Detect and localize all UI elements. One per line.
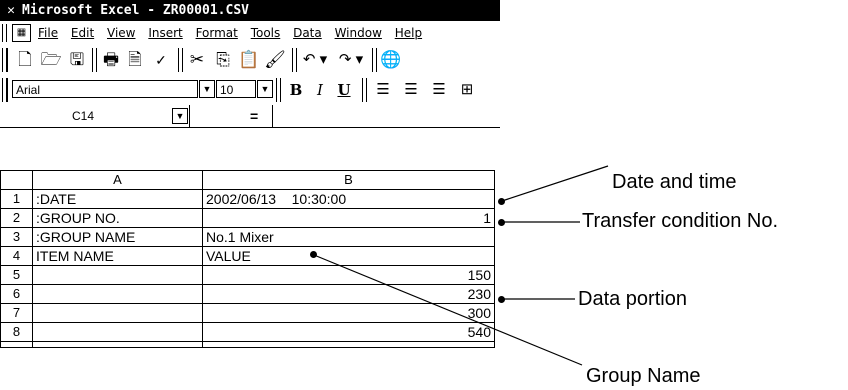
callout-dot-transfer	[498, 219, 505, 226]
callout-date-time: Date and time	[612, 171, 737, 193]
callout-line-date	[501, 165, 609, 202]
callout-dot-data	[498, 296, 505, 303]
callout-dot-date	[498, 198, 505, 205]
callout-line-group	[313, 254, 583, 366]
callout-group-name: Group Name	[586, 365, 701, 387]
callout-dot-group	[310, 251, 317, 258]
callout-data-portion: Data portion	[578, 288, 687, 310]
callout-transfer-condition: Transfer condition No.	[582, 210, 779, 232]
callout-lines	[313, 165, 609, 366]
